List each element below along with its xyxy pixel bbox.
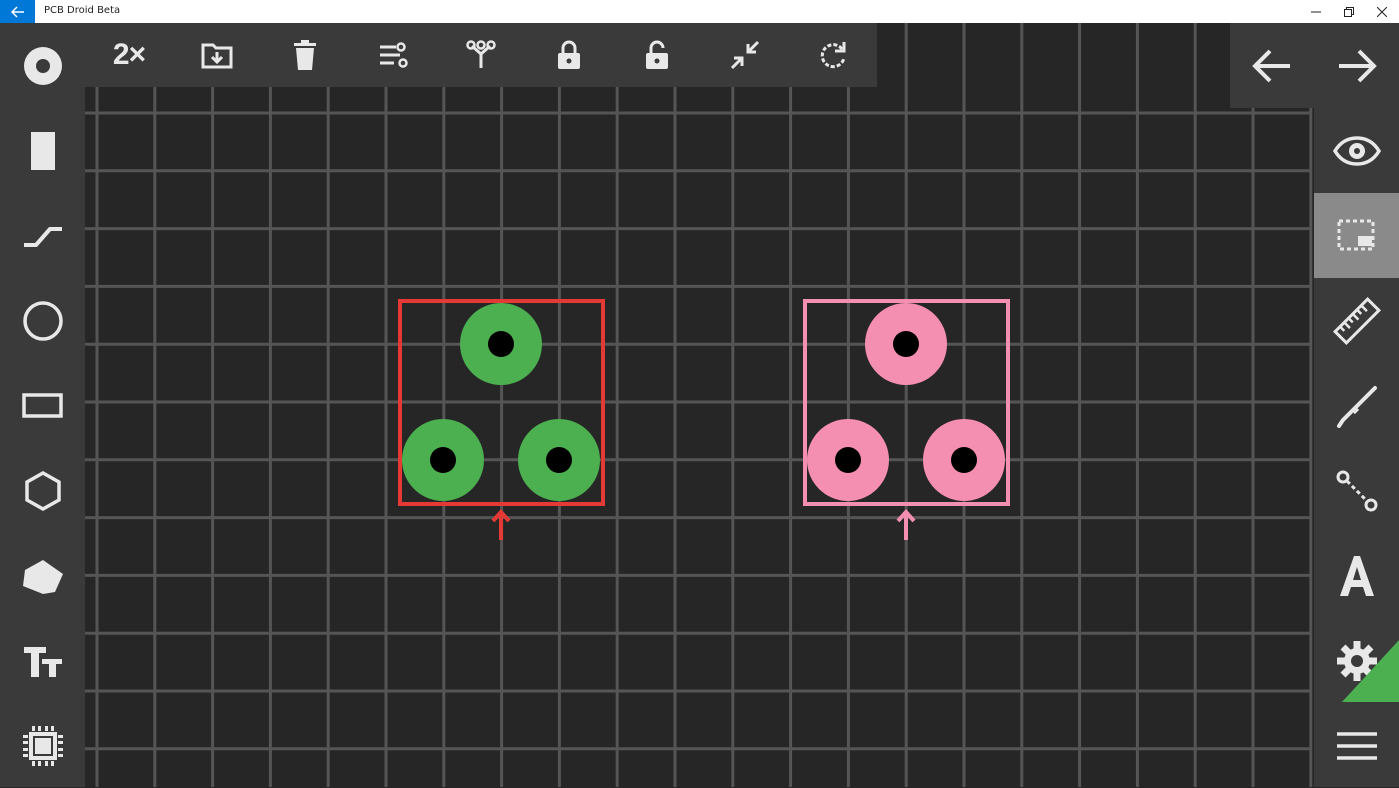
component-tool[interactable]	[0, 703, 85, 788]
drill-hole	[488, 331, 514, 357]
rectangle-tool[interactable]	[0, 363, 85, 448]
menu-tool[interactable]	[1314, 703, 1399, 788]
zoom-button[interactable]: 2×	[85, 23, 173, 87]
close-button[interactable]	[1365, 0, 1398, 23]
right-toolbar	[1314, 108, 1399, 787]
eye-icon	[1332, 135, 1381, 166]
visibility-tool[interactable]	[1314, 108, 1399, 193]
filled-polygon-icon	[22, 559, 63, 594]
text-size-icon	[23, 646, 62, 677]
merge-icon	[730, 40, 760, 70]
font-a-icon	[1339, 555, 1374, 596]
fill-polygon-tool[interactable]	[0, 533, 85, 618]
rect-pad-icon	[30, 131, 55, 170]
left-toolbar	[0, 23, 85, 787]
minimize-button[interactable]	[1299, 0, 1332, 23]
drill-hole	[893, 331, 919, 357]
merge-button[interactable]	[701, 23, 789, 87]
drill-hole	[951, 447, 977, 473]
lock-icon	[558, 40, 580, 69]
drill-hole	[430, 447, 456, 473]
distribute-icon	[466, 40, 496, 68]
ruler-icon	[1332, 296, 1381, 345]
pen-tool[interactable]	[1314, 363, 1399, 448]
selection-icon	[1337, 219, 1374, 250]
unlock-icon	[646, 40, 668, 69]
save-to-library-button[interactable]	[173, 23, 261, 87]
restore-button[interactable]	[1332, 0, 1365, 23]
top-toolbar: 2×	[85, 23, 877, 87]
rectangle-icon	[21, 392, 63, 418]
delete-icon	[294, 40, 316, 70]
smd-pad-tool[interactable]	[0, 108, 85, 193]
navigation-panel	[1230, 23, 1399, 108]
align-button[interactable]	[349, 23, 437, 87]
orientation-arrow-icon	[491, 508, 511, 540]
orientation-arrow-icon	[896, 508, 916, 540]
hamburger-icon	[1336, 731, 1377, 760]
title-bar: PCB Droid Beta	[0, 0, 1399, 23]
font-tool[interactable]	[1314, 533, 1399, 618]
connect-tool[interactable]	[1314, 448, 1399, 533]
track-icon	[23, 226, 62, 247]
pcb-canvas[interactable]	[0, 23, 1399, 787]
arrow-right-icon	[1338, 49, 1377, 82]
redo-button[interactable]	[1314, 23, 1399, 108]
pen-icon	[1336, 385, 1377, 428]
distribute-button[interactable]	[437, 23, 525, 87]
undo-button[interactable]	[1230, 23, 1314, 108]
close-icon	[1376, 6, 1387, 17]
zoom-icon: 2×	[112, 38, 146, 71]
polygon-tool[interactable]	[0, 448, 85, 533]
align-icon	[380, 42, 408, 68]
hexagon-icon	[24, 470, 61, 511]
back-arrow-icon	[10, 5, 24, 18]
unlock-button[interactable]	[613, 23, 701, 87]
circle-tool[interactable]	[0, 278, 85, 363]
window-title: PCB Droid Beta	[44, 5, 121, 16]
restore-icon	[1343, 6, 1354, 17]
back-button[interactable]	[0, 0, 35, 23]
select-tool[interactable]	[1314, 193, 1399, 278]
grid-lines	[85, 23, 1313, 787]
track-tool[interactable]	[0, 193, 85, 278]
ring-pad-icon	[23, 46, 62, 85]
chip-icon	[22, 725, 63, 766]
text-tool[interactable]	[0, 618, 85, 703]
corner-indicator-icon	[1342, 640, 1399, 702]
save-to-library-icon	[201, 43, 233, 69]
drill-hole	[835, 447, 861, 473]
arrow-left-icon	[1252, 49, 1290, 82]
connection-icon	[1336, 470, 1377, 511]
minimize-icon	[1310, 11, 1321, 12]
measure-tool[interactable]	[1314, 278, 1399, 363]
rotate-button[interactable]	[789, 23, 877, 87]
grid-board[interactable]	[0, 23, 1399, 787]
circle-icon	[22, 300, 63, 341]
lock-button[interactable]	[525, 23, 613, 87]
drill-hole	[546, 447, 572, 473]
delete-button[interactable]	[261, 23, 349, 87]
rotate-icon	[820, 42, 846, 69]
pad-tool[interactable]	[0, 23, 85, 108]
